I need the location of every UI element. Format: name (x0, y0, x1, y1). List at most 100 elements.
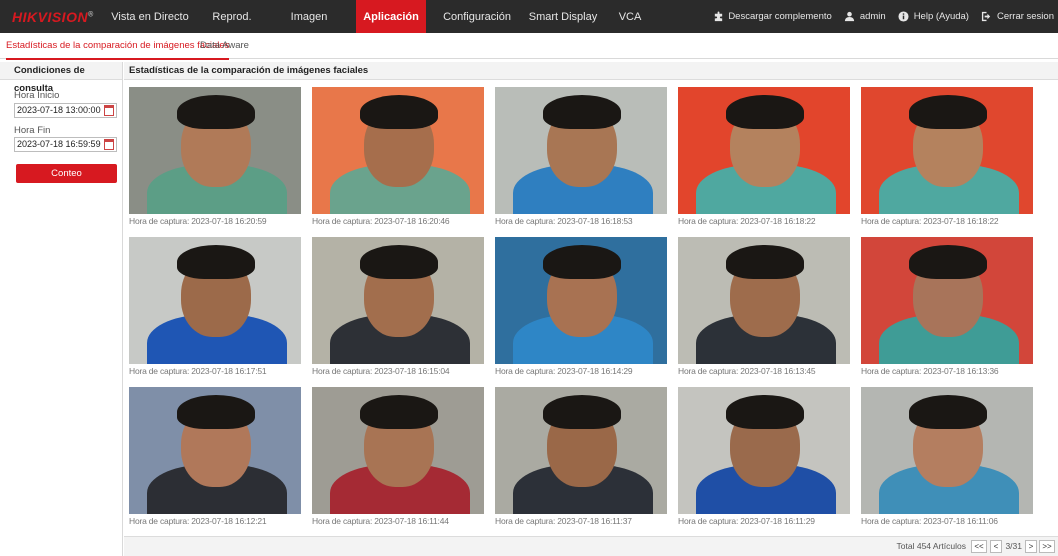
nav-item-vca[interactable]: VCA (610, 0, 650, 33)
nav-item-imagen[interactable]: Imagen (274, 0, 344, 33)
person-hair (543, 245, 621, 279)
capture-card[interactable]: Hora de captura: 2023-07-18 16:12:21 (129, 387, 301, 526)
help-label: Help (Ayuda) (913, 11, 969, 22)
capture-time-caption: Hora de captura: 2023-07-18 16:13:45 (678, 366, 816, 376)
capture-card[interactable]: Hora de captura: 2023-07-18 16:11:06 (861, 387, 1033, 526)
capture-time-caption: Hora de captura: 2023-07-18 16:12:21 (129, 516, 267, 526)
face-capture-image[interactable] (312, 237, 484, 364)
face-capture-image[interactable] (129, 237, 301, 364)
next-page-button[interactable]: > (1025, 540, 1037, 553)
face-capture-image[interactable] (678, 87, 850, 214)
page-indicator: 3/31 (1005, 541, 1022, 551)
nav-item-configuraci-n[interactable]: Configuración (438, 0, 516, 33)
logout-link[interactable]: Cerrar sesion (981, 11, 1054, 23)
capture-time-caption: Hora de captura: 2023-07-18 16:17:51 (129, 366, 267, 376)
person-hair (360, 245, 438, 279)
calendar-icon[interactable] (104, 139, 114, 150)
person-hair (360, 395, 438, 429)
person-hair (909, 95, 987, 129)
first-page-button[interactable]: << (971, 540, 987, 553)
brand-logo: HIKVISION® (12, 8, 94, 25)
capture-card[interactable]: Hora de captura: 2023-07-18 16:11:44 (312, 387, 484, 526)
sub-tab-bar: Estadísticas de la comparación de imágen… (0, 33, 1058, 60)
top-navigation-bar: HIKVISION® Vista en Directo Reprod. Imagen… (0, 0, 1058, 33)
end-time-value: 2023-07-18 16:59:59 (17, 139, 101, 149)
nav-item-aplicaci-n[interactable]: Aplicación (356, 0, 426, 33)
capture-time-caption: Hora de captura: 2023-07-18 16:11:06 (861, 516, 998, 526)
face-capture-image[interactable] (129, 87, 301, 214)
count-button[interactable]: Conteo (16, 164, 117, 183)
face-capture-image[interactable] (861, 87, 1033, 214)
capture-card[interactable]: Hora de captura: 2023-07-18 16:18:53 (495, 87, 667, 226)
face-capture-image[interactable] (312, 87, 484, 214)
capture-time-caption: Hora de captura: 2023-07-18 16:11:37 (495, 516, 632, 526)
capture-time-caption: Hora de captura: 2023-07-18 16:18:53 (495, 216, 633, 226)
last-page-button[interactable]: >> (1039, 540, 1055, 553)
nav-item-reprod-[interactable]: Reprod. (202, 0, 262, 33)
face-capture-image[interactable] (312, 387, 484, 514)
results-title: Estadísticas de la comparación de imágen… (124, 62, 1058, 80)
capture-card[interactable]: Hora de captura: 2023-07-18 16:17:51 (129, 237, 301, 376)
person-hair (909, 395, 987, 429)
capture-time-caption: Hora de captura: 2023-07-18 16:11:29 (678, 516, 815, 526)
capture-card[interactable]: Hora de captura: 2023-07-18 16:18:22 (861, 87, 1033, 226)
calendar-icon[interactable] (104, 105, 114, 116)
user-menu[interactable]: admin (844, 11, 886, 23)
end-time-input[interactable]: 2023-07-18 16:59:59 (14, 137, 117, 152)
help-link[interactable]: Help (Ayuda) (898, 11, 969, 23)
start-time-value: 2023-07-18 13:00:00 (17, 105, 101, 115)
tab-data-aware[interactable]: Data Aware (200, 33, 249, 59)
face-capture-image[interactable] (861, 237, 1033, 364)
capture-card[interactable]: Hora de captura: 2023-07-18 16:13:45 (678, 237, 850, 376)
prev-page-button[interactable]: < (990, 540, 1002, 553)
top-right-actions: Descargar complemento admin Help (Ayuda)… (712, 0, 1054, 33)
capture-grid: Hora de captura: 2023-07-18 16:20:59 Hora… (124, 80, 1058, 536)
start-time-input[interactable]: 2023-07-18 13:00:00 (14, 103, 117, 118)
face-capture-image[interactable] (678, 387, 850, 514)
capture-card[interactable]: Hora de captura: 2023-07-18 16:20:59 (129, 87, 301, 226)
puzzle-icon (712, 11, 724, 23)
start-time-label: Hora Inicio (14, 90, 60, 101)
face-capture-image[interactable] (129, 387, 301, 514)
total-count: Total 454 Artículos (896, 541, 966, 551)
person-hair (909, 245, 987, 279)
face-capture-image[interactable] (495, 387, 667, 514)
username-label: admin (859, 11, 886, 22)
capture-time-caption: Hora de captura: 2023-07-18 16:15:04 (312, 366, 450, 376)
nav-item-vista-en-directo[interactable]: Vista en Directo (110, 0, 190, 33)
face-capture-image[interactable] (495, 237, 667, 364)
pagination-bar: Total 454 Artículos << < 3/31 > >> (124, 536, 1058, 556)
capture-time-caption: Hora de captura: 2023-07-18 16:20:59 (129, 216, 267, 226)
capture-card[interactable]: Hora de captura: 2023-07-18 16:11:29 (678, 387, 850, 526)
capture-card[interactable]: Hora de captura: 2023-07-18 16:14:29 (495, 237, 667, 376)
nav-item-smart-display[interactable]: Smart Display (528, 0, 598, 33)
query-conditions-panel: Condiciones de consulta Hora Inicio 2023… (0, 62, 123, 556)
face-capture-image[interactable] (861, 387, 1033, 514)
person-hair (177, 95, 255, 129)
capture-time-caption: Hora de captura: 2023-07-18 16:11:44 (312, 516, 449, 526)
face-capture-image[interactable] (678, 237, 850, 364)
capture-card[interactable]: Hora de captura: 2023-07-18 16:15:04 (312, 237, 484, 376)
capture-card[interactable]: Hora de captura: 2023-07-18 16:11:37 (495, 387, 667, 526)
person-hair (726, 95, 804, 129)
person-hair (726, 245, 804, 279)
download-plugin-link[interactable]: Descargar complemento (712, 11, 832, 23)
info-icon (898, 11, 910, 23)
person-hair (177, 395, 255, 429)
face-capture-image[interactable] (495, 87, 667, 214)
person-hair (543, 395, 621, 429)
user-icon (844, 11, 856, 23)
capture-card[interactable]: Hora de captura: 2023-07-18 16:18:22 (678, 87, 850, 226)
person-hair (177, 245, 255, 279)
person-hair (360, 95, 438, 129)
person-hair (726, 395, 804, 429)
end-time-label: Hora Fin (14, 125, 51, 136)
download-plugin-label: Descargar complemento (728, 11, 832, 22)
capture-time-caption: Hora de captura: 2023-07-18 16:14:29 (495, 366, 633, 376)
query-conditions-title: Condiciones de consulta (0, 62, 122, 94)
logout-label: Cerrar sesion (996, 11, 1054, 22)
capture-card[interactable]: Hora de captura: 2023-07-18 16:13:36 (861, 237, 1033, 376)
tab-face-comparison-stats[interactable]: Estadísticas de la comparación de imágen… (6, 33, 230, 60)
capture-time-caption: Hora de captura: 2023-07-18 16:20:46 (312, 216, 450, 226)
capture-card[interactable]: Hora de captura: 2023-07-18 16:20:46 (312, 87, 484, 226)
